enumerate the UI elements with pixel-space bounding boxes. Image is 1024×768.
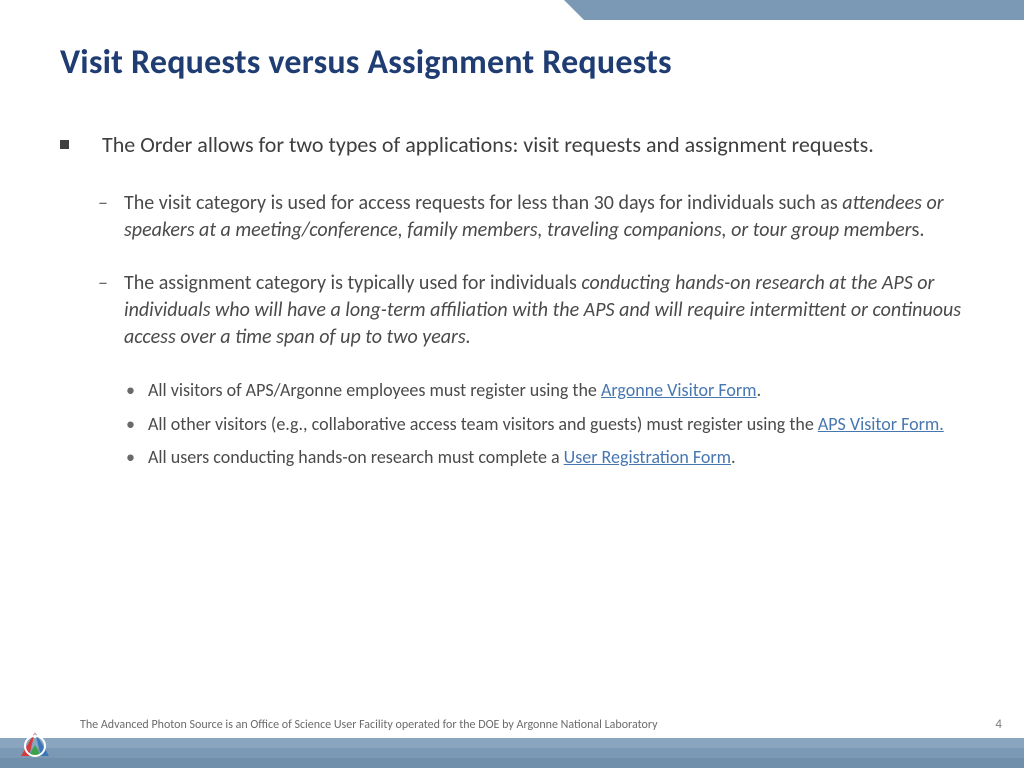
- slide-body: The Order allows for two types of applic…: [60, 130, 965, 478]
- text: s.: [912, 218, 925, 242]
- text: The visit category is used for access re…: [124, 191, 842, 215]
- text: .: [757, 379, 762, 401]
- text: All visitors of APS/Argonne employees mu…: [148, 379, 601, 401]
- stripe: [0, 758, 1024, 768]
- stripe: [0, 748, 1024, 758]
- sub-bullet-user-reg: All users conducting hands-on research m…: [126, 444, 965, 472]
- slide: Visit Requests versus Assignment Request…: [0, 0, 1024, 768]
- stripe: [0, 738, 1024, 748]
- link-argonne-visitor-form[interactable]: Argonne Visitor Form: [601, 379, 757, 401]
- sub-bullet-argonne-form: All visitors of APS/Argonne employees mu…: [126, 377, 965, 405]
- header-accent: [584, 0, 1024, 20]
- text: All other visitors (e.g., collaborative …: [148, 413, 818, 435]
- bullet-visit: The visit category is used for access re…: [98, 190, 965, 244]
- link-user-registration-form[interactable]: User Registration Form: [564, 446, 731, 468]
- bullet-assignment: The assignment category is typically use…: [98, 270, 965, 351]
- bullet-lvl1: The Order allows for two types of applic…: [60, 130, 965, 160]
- argonne-logo-icon: [18, 730, 52, 760]
- sub-bullet-aps-form: All other visitors (e.g., collaborative …: [126, 411, 965, 439]
- text: All users conducting hands-on research m…: [148, 446, 564, 468]
- link-aps-visitor-form[interactable]: APS Visitor Form.: [818, 413, 944, 435]
- slide-title: Visit Requests versus Assignment Request…: [60, 42, 672, 83]
- text: The assignment category is typically use…: [124, 271, 581, 295]
- text: .: [731, 446, 736, 468]
- footer-stripes: [0, 712, 1024, 768]
